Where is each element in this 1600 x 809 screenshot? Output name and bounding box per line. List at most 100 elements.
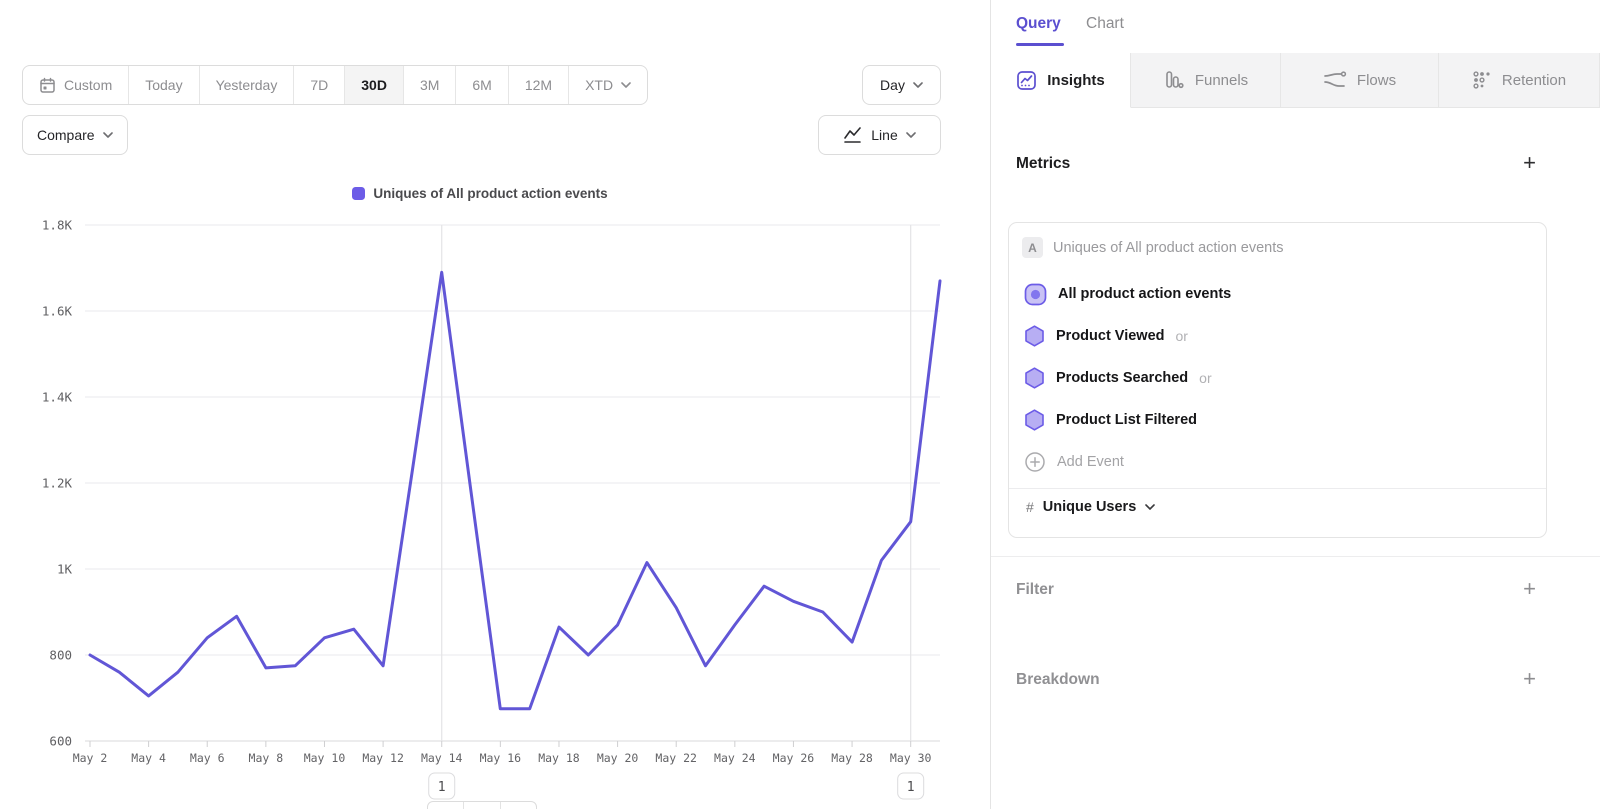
event-label: All product action events xyxy=(1058,286,1231,302)
metric-card: A Uniques of All product action events A… xyxy=(1008,222,1547,538)
event-hexagon-icon xyxy=(1024,325,1045,347)
tab-query[interactable]: Query xyxy=(1016,15,1061,33)
event-operator-label: or xyxy=(1176,328,1188,344)
event-label: Product List Filtered xyxy=(1056,412,1197,428)
line-chart: 6008001K1.2K1.4K1.6K1.8KMay 2May 4May 6M… xyxy=(0,210,990,809)
y-axis-label: 1.8K xyxy=(42,218,73,233)
chevron-down-icon xyxy=(621,82,631,88)
tab-retention[interactable]: Retention xyxy=(1439,53,1600,108)
legend-label: Uniques of All product action events xyxy=(373,186,607,201)
event-hexagon-icon xyxy=(1024,409,1045,431)
chart-type-dropdown[interactable]: Line xyxy=(818,115,941,155)
measurement-label: Unique Users xyxy=(1043,499,1136,515)
query-panel: Query Chart Insights Funnels xyxy=(990,0,1600,809)
tab-insights[interactable]: Insights xyxy=(991,53,1131,108)
clipped-bottom-widget[interactable] xyxy=(427,801,537,809)
number-icon: # xyxy=(1026,499,1034,515)
event-row-all-product-action-events[interactable]: All product action events xyxy=(1009,273,1546,315)
x-axis-label: May 2 xyxy=(73,751,108,765)
card-divider xyxy=(1009,488,1546,489)
range-7d[interactable]: 7D xyxy=(294,66,345,104)
metric-event-list: All product action events Product Viewed o… xyxy=(1009,273,1546,483)
event-label: Product Viewed xyxy=(1056,328,1165,344)
funnels-icon xyxy=(1163,69,1185,91)
range-12m[interactable]: 12M xyxy=(509,66,569,104)
chart-legend[interactable]: Uniques of All product action events xyxy=(0,186,960,201)
tab-chart[interactable]: Chart xyxy=(1086,15,1124,33)
tab-flows-label: Flows xyxy=(1357,72,1396,89)
interval-label: Day xyxy=(880,77,905,93)
report-mode-tabs: Insights Funnels Flows xyxy=(991,53,1600,108)
annotation-badge-label: 1 xyxy=(907,780,915,795)
custom-event-icon xyxy=(1024,283,1047,306)
measurement-dropdown[interactable]: # Unique Users xyxy=(1026,499,1155,515)
event-row-products-searched[interactable]: Products Searchedor xyxy=(1009,357,1546,399)
tab-funnels[interactable]: Funnels xyxy=(1131,53,1281,108)
calendar-icon xyxy=(39,77,56,94)
range-label: 3M xyxy=(420,77,439,93)
x-axis-label: May 12 xyxy=(362,751,404,765)
section-divider xyxy=(991,556,1600,557)
annotation-badge-label: 1 xyxy=(438,780,446,795)
range-yesterday[interactable]: Yesterday xyxy=(200,66,295,104)
event-label: Add Event xyxy=(1057,454,1124,470)
metrics-section-title: Metrics xyxy=(1016,155,1070,173)
tab-retention-label: Retention xyxy=(1502,72,1566,89)
metric-summary-label: Uniques of All product action events xyxy=(1053,240,1284,256)
range-label: Yesterday xyxy=(216,77,278,93)
range-label: 6M xyxy=(472,77,491,93)
add-metric-button[interactable]: + xyxy=(1523,153,1536,173)
line-series[interactable] xyxy=(90,272,940,709)
breakdown-section-title: Breakdown xyxy=(1016,671,1100,689)
range-label: XTD xyxy=(585,77,613,93)
range-label: Today xyxy=(145,77,182,93)
range-xtd[interactable]: XTD xyxy=(569,66,647,104)
range-3m[interactable]: 3M xyxy=(404,66,456,104)
range-label: 12M xyxy=(525,77,552,93)
date-range-group: Custom Today Yesterday 7D30D 3M 6M 12M XTD xyxy=(22,65,648,105)
event-row-add-event[interactable]: Add Event xyxy=(1009,441,1546,483)
active-tab-underline xyxy=(1016,43,1064,46)
x-axis-label: May 20 xyxy=(597,751,639,765)
chevron-down-icon xyxy=(103,132,113,138)
tab-insights-label: Insights xyxy=(1047,72,1105,89)
x-axis-label: May 8 xyxy=(249,751,284,765)
flows-icon xyxy=(1323,70,1347,90)
range-6m[interactable]: 6M xyxy=(456,66,508,104)
x-axis-label: May 16 xyxy=(480,751,522,765)
range-today[interactable]: Today xyxy=(129,66,199,104)
y-axis-label: 800 xyxy=(49,648,72,663)
compare-label: Compare xyxy=(37,127,95,143)
range-30d[interactable]: 30D xyxy=(345,66,404,104)
legend-swatch xyxy=(352,187,365,200)
range-custom[interactable]: Custom xyxy=(23,66,129,104)
range-label: Custom xyxy=(64,77,112,93)
y-axis-label: 1.2K xyxy=(42,476,73,491)
x-axis-label: May 28 xyxy=(831,751,873,765)
x-axis-label: May 26 xyxy=(773,751,815,765)
tab-flows[interactable]: Flows xyxy=(1281,53,1439,108)
event-label: Products Searched xyxy=(1056,370,1188,386)
y-axis-label: 1K xyxy=(57,562,73,577)
y-axis-label: 600 xyxy=(49,734,72,749)
y-axis-label: 1.4K xyxy=(42,390,73,405)
filter-section-title: Filter xyxy=(1016,581,1054,599)
event-hexagon-icon xyxy=(1024,367,1045,389)
line-chart-icon xyxy=(843,126,863,144)
event-row-product-viewed[interactable]: Product Viewed or xyxy=(1009,315,1546,357)
add-filter-button[interactable]: + xyxy=(1523,579,1536,599)
chart-pane: CustomTodayYesterday7D30D3M6M12MXTD Day … xyxy=(0,0,990,809)
compare-dropdown[interactable]: Compare xyxy=(22,115,128,155)
insights-report-page: CustomTodayYesterday7D30D3M6M12MXTD Day … xyxy=(0,0,1600,809)
event-row-product-list-filtered[interactable]: Product List Filtered xyxy=(1009,399,1546,441)
chevron-down-icon xyxy=(913,82,923,88)
interval-dropdown[interactable]: Day xyxy=(862,65,941,105)
metric-badge: A xyxy=(1022,237,1043,258)
metric-summary-row[interactable]: A Uniques of All product action events xyxy=(1022,237,1284,258)
panel-top-tabs: Query Chart xyxy=(991,0,1600,53)
x-axis-label: May 30 xyxy=(890,751,932,765)
add-breakdown-button[interactable]: + xyxy=(1523,669,1536,689)
chevron-down-icon xyxy=(906,132,916,138)
insights-icon xyxy=(1016,70,1037,91)
x-axis-label: May 14 xyxy=(421,751,463,765)
